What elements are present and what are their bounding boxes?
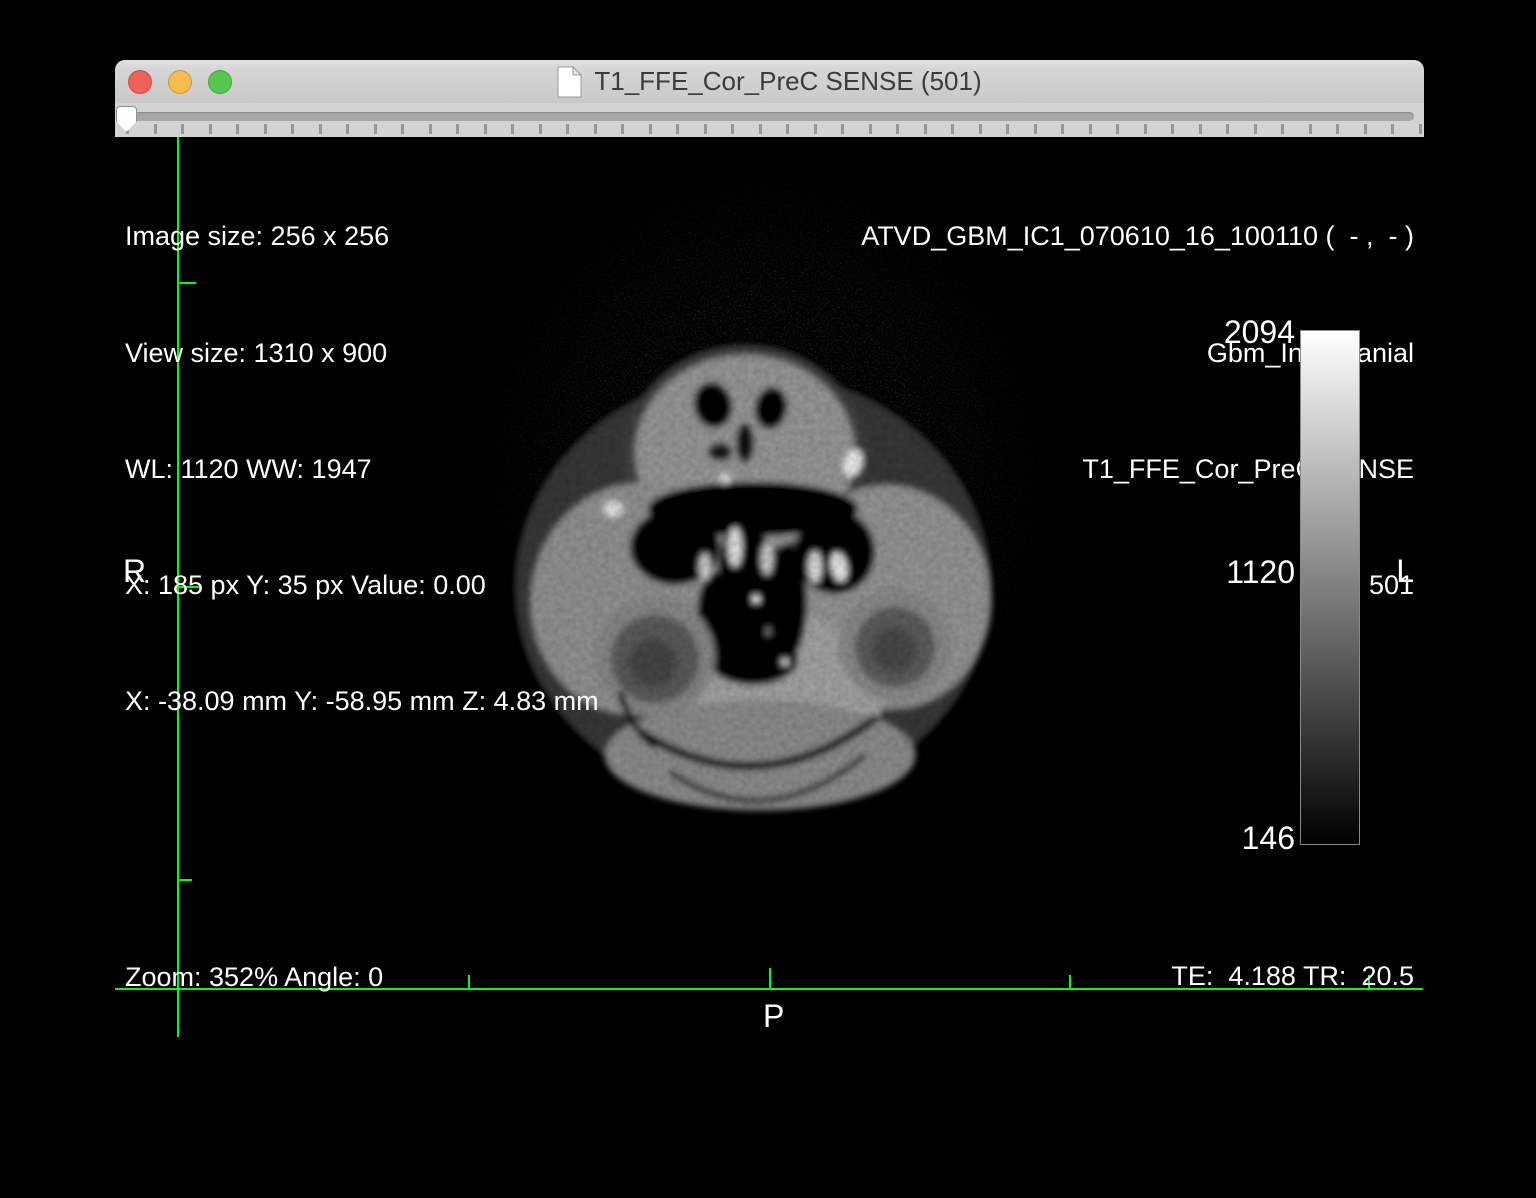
traffic-lights	[128, 60, 232, 103]
grayscale-colorbar	[1300, 330, 1360, 845]
minimize-button[interactable]	[168, 70, 192, 94]
colorbar-max-label: 2094	[1175, 314, 1295, 351]
zoom-button[interactable]	[208, 70, 232, 94]
close-button[interactable]	[128, 70, 152, 94]
window-title: T1_FFE_Cor_PreC SENSE (501)	[594, 66, 981, 97]
title-bar[interactable]: T1_FFE_Cor_PreC SENSE (501)	[115, 60, 1424, 104]
viewer-canvas[interactable]: Image size: 256 x 256 View size: 1310 x …	[115, 137, 1424, 1045]
slider-track[interactable]	[122, 112, 1414, 121]
orientation-p-label: P	[763, 998, 784, 1035]
te-tr-text: TE: 4.188 TR: 20.5	[1159, 958, 1414, 995]
dicom-viewer-window: T1_FFE_Cor_PreC SENSE (501)	[115, 60, 1424, 1045]
document-icon	[557, 66, 582, 98]
orientation-r-label: R	[123, 553, 146, 590]
colorbar-level-label: 1120	[1175, 554, 1295, 591]
orientation-l-label: L	[1396, 553, 1414, 590]
image-slider[interactable]	[115, 103, 1424, 137]
slider-thumb[interactable]	[116, 106, 137, 132]
zoom-angle-text: Zoom: 352% Angle: 0	[125, 959, 619, 996]
colorbar-min-label: 146	[1175, 820, 1295, 857]
vertical-line-tick	[179, 879, 192, 881]
cursor-pixel-text: X: 185 px Y: 35 px Value: 0.00	[125, 566, 599, 605]
image-size-text: Image size: 256 x 256	[125, 217, 599, 256]
horizontal-line-tick	[1069, 975, 1071, 988]
window-level-text: WL: 1120 WW: 1947	[125, 450, 599, 489]
study-id-text: ATVD_GBM_IC1_070610_16_100110 ( - , - )	[861, 217, 1414, 256]
view-size-text: View size: 1310 x 900	[125, 334, 599, 373]
cursor-mm-text: X: -38.09 mm Y: -58.95 mm Z: 4.83 mm	[125, 682, 599, 721]
horizontal-line-center-tick	[769, 968, 771, 988]
